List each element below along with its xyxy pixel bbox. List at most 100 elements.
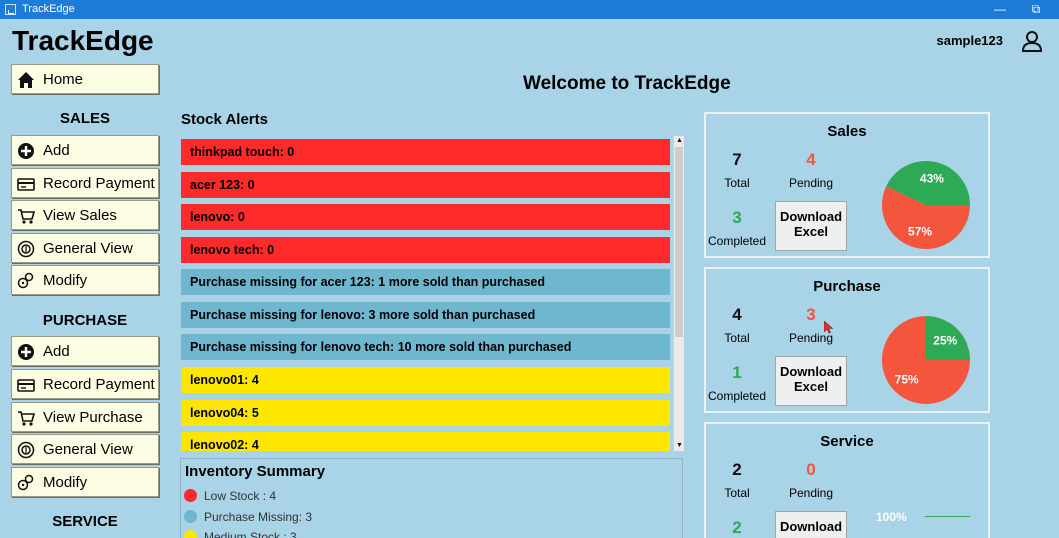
scroll-up-arrow-icon[interactable]: ▲ <box>674 136 684 146</box>
download-label-line2: Excel <box>794 379 828 394</box>
user-icon[interactable] <box>1021 30 1043 52</box>
purchase-heading: PURCHASE <box>42 312 128 329</box>
sales-pending-label: Pending <box>788 176 834 190</box>
sales-modify-button[interactable]: Modify <box>11 265 159 295</box>
download-label-line1: Download <box>779 519 843 534</box>
home-label: Home <box>43 71 84 88</box>
sales-general-view-button[interactable]: General View <box>11 233 159 263</box>
purchase-summary-panel: Purchase 4 Total 3 Pending 1 Completed D… <box>704 267 990 413</box>
alerts-scrollbar[interactable]: ▲ ▼ <box>673 136 684 451</box>
stock-alert-item: lenovo02: 4 <box>181 432 670 451</box>
purchase-total-label: Total <box>724 331 750 345</box>
purchase-record-payment-label: Record Payment <box>43 376 155 393</box>
medium-stock-dot <box>184 530 197 538</box>
service-heading: SERVICE <box>52 513 118 530</box>
purchase-completed-label: Completed <box>707 389 767 403</box>
gear-icon <box>17 240 35 258</box>
inventory-legend-label: Medium Stock : 3 <box>204 530 297 538</box>
download-label-line1: Download <box>779 364 843 379</box>
purchase-modify-label: Modify <box>43 474 88 491</box>
edit-icon <box>17 272 34 289</box>
service-total-value: 2 <box>732 460 742 479</box>
cart-icon <box>18 411 35 426</box>
sales-record-payment-label: Record Payment <box>43 175 155 192</box>
inventory-legend-label: Low Stock : 4 <box>204 489 277 503</box>
purchase-pie-chart: 75% 25% <box>882 316 970 404</box>
inventory-summary-panel: Inventory Summary Low Stock : 4 Purchase… <box>180 458 683 538</box>
service-pending-label: Pending <box>788 486 834 500</box>
service-pie-edge <box>925 516 970 517</box>
restore-button[interactable]: ⧉ <box>1022 1 1050 18</box>
download-label-line1: Download <box>779 209 843 224</box>
payment-icon <box>17 379 35 392</box>
service-download-excel-button[interactable]: Download <box>775 511 847 538</box>
sales-record-payment-button[interactable]: Record Payment <box>11 168 159 198</box>
purchase-completed-value: 1 <box>732 363 742 382</box>
sales-panel-title: Sales <box>827 123 867 140</box>
stock-alerts-heading: Stock Alerts <box>181 111 268 128</box>
inventory-legend-item: Medium Stock : 3 <box>184 530 297 538</box>
sales-total-label: Total <box>724 176 750 190</box>
sales-add-button[interactable]: Add <box>11 135 159 165</box>
stock-alert-item: lenovo tech: 0 <box>181 237 670 263</box>
purchase-panel-title: Purchase <box>813 278 881 295</box>
sales-download-excel-button[interactable]: Download Excel <box>775 201 847 251</box>
window-title: TrackEdge <box>22 3 75 15</box>
scroll-thumb[interactable] <box>675 147 683 337</box>
sales-general-view-label: General View <box>43 240 133 257</box>
purchase-general-view-button[interactable]: General View <box>11 434 159 464</box>
purchase-general-view-label: General View <box>43 441 133 458</box>
stock-alert-item: acer 123: 0 <box>181 172 670 198</box>
inventory-legend-item: Low Stock : 4 <box>184 489 276 503</box>
pie-slice-label: 25% <box>933 334 957 348</box>
inventory-legend-label: Purchase Missing: 3 <box>204 510 313 524</box>
view-sales-label: View Sales <box>43 207 117 224</box>
purchase-total-value: 4 <box>732 305 742 324</box>
service-panel-title: Service <box>820 433 874 450</box>
service-total-label: Total <box>724 486 750 500</box>
edit-icon <box>17 474 34 491</box>
sales-completed-label: Completed <box>707 234 767 248</box>
payment-icon <box>17 178 35 191</box>
sales-completed-value: 3 <box>732 208 742 227</box>
inventory-legend-item: Purchase Missing: 3 <box>184 510 312 524</box>
purchase-modify-button[interactable]: Modify <box>11 467 159 497</box>
cart-icon <box>18 209 35 224</box>
stock-alert-item: lenovo01: 4 <box>181 367 670 393</box>
welcome-heading: Welcome to TrackEdge <box>523 73 731 94</box>
inventory-summary-heading: Inventory Summary <box>185 463 326 480</box>
home-icon <box>18 72 34 88</box>
window-title-bar: TrackEdge — ⧉ <box>0 0 1059 19</box>
sales-modify-label: Modify <box>43 272 88 289</box>
plus-circle-icon <box>18 344 34 360</box>
stock-alert-item: thinkpad touch: 0 <box>181 139 670 165</box>
app-icon <box>5 4 16 15</box>
pie-slice-label: 43% <box>920 171 944 185</box>
purchase-add-button[interactable]: Add <box>11 336 159 366</box>
low-stock-dot <box>184 489 197 502</box>
service-pending-value: 0 <box>806 460 816 479</box>
plus-circle-icon <box>18 143 34 159</box>
sales-add-label: Add <box>43 142 70 159</box>
username-label: sample123 <box>936 33 1004 48</box>
home-button[interactable]: Home <box>11 64 159 94</box>
view-sales-button[interactable]: View Sales <box>11 200 159 230</box>
service-completed-value: 2 <box>732 518 742 537</box>
mouse-cursor-icon <box>824 321 834 334</box>
view-purchase-button[interactable]: View Purchase <box>11 402 159 432</box>
download-label-line2: Excel <box>794 224 828 239</box>
purchase-add-label: Add <box>43 343 70 360</box>
pie-slice-label: 75% <box>895 372 919 386</box>
app-title: TrackEdge <box>12 25 154 56</box>
purchase-record-payment-button[interactable]: Record Payment <box>11 369 159 399</box>
sales-total-value: 7 <box>732 150 742 169</box>
sales-summary-panel: Sales 7 Total 4 Pending 3 Completed Down… <box>704 112 990 258</box>
minimize-button[interactable]: — <box>986 1 1014 18</box>
purchase-download-excel-button[interactable]: Download Excel <box>775 356 847 406</box>
stock-alert-item: Purchase missing for acer 123: 1 more so… <box>181 269 670 295</box>
stock-alert-item: lenovo04: 5 <box>181 400 670 426</box>
stock-alert-item: Purchase missing for lenovo tech: 10 mor… <box>181 334 670 360</box>
stock-alerts-list[interactable]: thinkpad touch: 0 acer 123: 0 lenovo: 0 … <box>180 136 684 451</box>
stock-alert-item: Purchase missing for lenovo: 3 more sold… <box>181 302 670 328</box>
scroll-down-arrow-icon[interactable]: ▼ <box>674 441 684 451</box>
